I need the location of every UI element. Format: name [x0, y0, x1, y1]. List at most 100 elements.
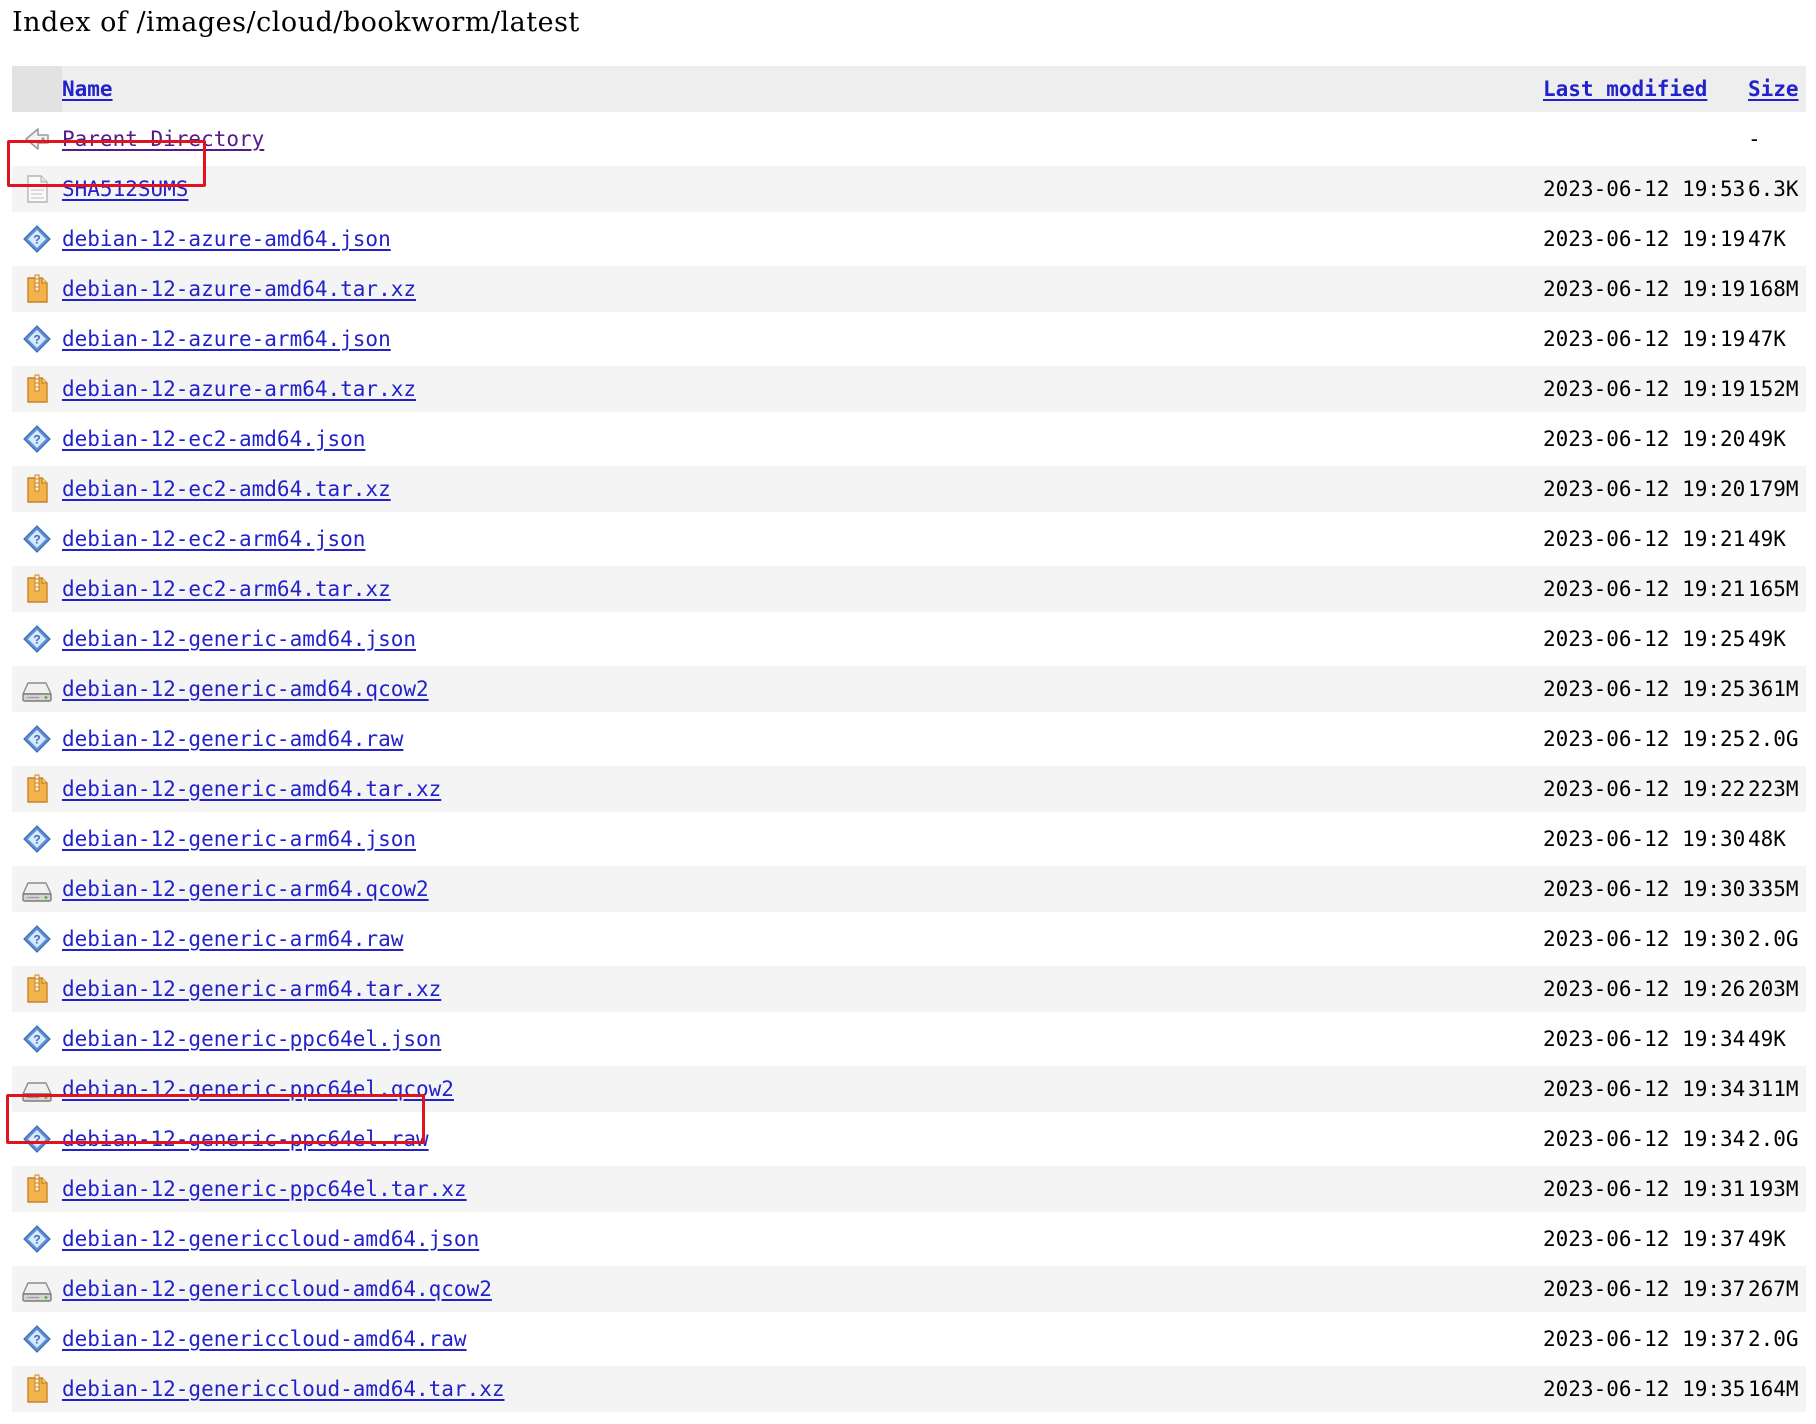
- file-link-debian-12-generic-amd64-raw[interactable]: debian-12-generic-amd64.raw: [62, 727, 403, 751]
- size-cell: 49K: [1748, 1227, 1786, 1251]
- svg-text:?: ?: [33, 1233, 40, 1247]
- parent-last-modified: [1543, 116, 1748, 162]
- disk-image-icon: [12, 666, 62, 712]
- table-row: debian-12-generic-amd64.qcow2 2023-06-12 …: [12, 666, 1806, 712]
- size-cell: 203M: [1748, 966, 1806, 1012]
- file-link-debian-12-azure-arm64-tar-xz[interactable]: debian-12-azure-arm64.tar.xz: [62, 377, 416, 401]
- file-link-debian-12-genericcloud-amd64-qcow2[interactable]: debian-12-genericcloud-amd64.qcow2: [62, 1277, 492, 1301]
- size-cell: 47K: [1748, 327, 1786, 351]
- sort-by-name-link[interactable]: Name: [62, 77, 113, 101]
- file-link-debian-12-ec2-arm64-json[interactable]: debian-12-ec2-arm64.json: [62, 527, 365, 551]
- table-row: ? debian-12-azure-amd64.json 2023-06-12 19…: [12, 216, 1806, 262]
- size-cell: 49K: [1748, 627, 1786, 651]
- last-modified-cell: 2023-06-12 19:30: [1543, 827, 1746, 851]
- file-link-debian-12-ec2-arm64-tar-xz[interactable]: debian-12-ec2-arm64.tar.xz: [62, 577, 391, 601]
- svg-text:?: ?: [33, 1333, 40, 1347]
- table-row: debian-12-genericcloud-amd64.tar.xz 2023-…: [12, 1366, 1806, 1412]
- table-row: debian-12-azure-amd64.tar.xz 2023-06-12 1…: [12, 266, 1806, 312]
- last-modified-cell: 2023-06-12 19:20: [1543, 466, 1748, 512]
- file-link-debian-12-generic-arm64-qcow2[interactable]: debian-12-generic-arm64.qcow2: [62, 877, 429, 901]
- table-row: ? debian-12-genericcloud-amd64.json 2023-0…: [12, 1216, 1806, 1262]
- unknown-file-icon: ?: [12, 916, 62, 962]
- file-link-debian-12-generic-ppc64el-tar-xz[interactable]: debian-12-generic-ppc64el.tar.xz: [62, 1177, 467, 1201]
- last-modified-cell: 2023-06-12 19:19: [1543, 327, 1746, 351]
- last-modified-cell: 2023-06-12 19:37: [1543, 1327, 1746, 1351]
- file-link-debian-12-genericcloud-amd64-json[interactable]: debian-12-genericcloud-amd64.json: [62, 1227, 479, 1251]
- last-modified-cell: 2023-06-12 19:31: [1543, 1166, 1748, 1212]
- last-modified-cell: 2023-06-12 19:37: [1543, 1227, 1746, 1251]
- last-modified-cell: 2023-06-12 19:22: [1543, 766, 1748, 812]
- file-link-debian-12-generic-amd64-json[interactable]: debian-12-generic-amd64.json: [62, 627, 416, 651]
- svg-text:?: ?: [33, 1033, 40, 1047]
- svg-text:?: ?: [33, 933, 40, 947]
- size-cell: 2.0G: [1748, 727, 1799, 751]
- last-modified-cell: 2023-06-12 19:37: [1543, 1266, 1748, 1312]
- svg-text:?: ?: [33, 533, 40, 547]
- archive-icon: [12, 766, 62, 812]
- table-row: ? debian-12-ec2-amd64.json 2023-06-12 19:2…: [12, 416, 1806, 462]
- size-cell: 2.0G: [1748, 927, 1799, 951]
- unknown-file-icon: ?: [12, 1216, 62, 1262]
- disk-image-icon: [12, 866, 62, 912]
- last-modified-cell: 2023-06-12 19:35: [1543, 1366, 1748, 1412]
- page-title: Index of /images/cloud/bookworm/latest: [12, 7, 580, 38]
- last-modified-cell: 2023-06-12 19:34: [1543, 1066, 1748, 1112]
- last-modified-cell: 2023-06-12 19:30: [1543, 866, 1748, 912]
- unknown-file-icon: ?: [12, 316, 62, 362]
- unknown-file-icon: ?: [12, 716, 62, 762]
- highlight-box-genericcloud-qcow2: [6, 1094, 425, 1144]
- size-cell: 168M: [1748, 266, 1806, 312]
- archive-icon: [12, 1366, 62, 1412]
- file-link-debian-12-generic-ppc64el-json[interactable]: debian-12-generic-ppc64el.json: [62, 1027, 441, 1051]
- archive-icon: [12, 566, 62, 612]
- file-link-debian-12-genericcloud-amd64-tar-xz[interactable]: debian-12-genericcloud-amd64.tar.xz: [62, 1377, 505, 1401]
- archive-icon: [12, 366, 62, 412]
- unknown-file-icon: ?: [12, 1016, 62, 1062]
- header-last-modified: Last modified: [1543, 66, 1748, 112]
- table-row: debian-12-generic-arm64.tar.xz 2023-06-12…: [12, 966, 1806, 1012]
- table-row: ? debian-12-generic-arm64.json 2023-06-12 …: [12, 816, 1806, 862]
- table-row: debian-12-generic-ppc64el.tar.xz 2023-06-…: [12, 1166, 1806, 1212]
- file-link-debian-12-generic-arm64-raw[interactable]: debian-12-generic-arm64.raw: [62, 927, 403, 951]
- file-link-debian-12-generic-arm64-tar-xz[interactable]: debian-12-generic-arm64.tar.xz: [62, 977, 441, 1001]
- file-link-debian-12-generic-amd64-qcow2[interactable]: debian-12-generic-amd64.qcow2: [62, 677, 429, 701]
- file-link-debian-12-azure-arm64-json[interactable]: debian-12-azure-arm64.json: [62, 327, 391, 351]
- file-link-debian-12-azure-amd64-tar-xz[interactable]: debian-12-azure-amd64.tar.xz: [62, 277, 416, 301]
- archive-icon: [12, 266, 62, 312]
- size-cell: 179M: [1748, 466, 1806, 512]
- last-modified-cell: 2023-06-12 19:21: [1543, 566, 1748, 612]
- sort-by-last-modified-link[interactable]: Last modified: [1543, 77, 1707, 101]
- last-modified-cell: 2023-06-12 19:20: [1543, 427, 1746, 451]
- file-link-debian-12-generic-arm64-json[interactable]: debian-12-generic-arm64.json: [62, 827, 416, 851]
- size-cell: 47K: [1748, 227, 1786, 251]
- file-link-debian-12-ec2-amd64-json[interactable]: debian-12-ec2-amd64.json: [62, 427, 365, 451]
- last-modified-cell: 2023-06-12 19:34: [1543, 1027, 1746, 1051]
- highlight-box-sha512sums: [7, 140, 206, 187]
- parent-directory-row: Parent Directory -: [12, 116, 1806, 162]
- last-modified-cell: 2023-06-12 19:21: [1543, 527, 1746, 551]
- size-cell: 48K: [1748, 827, 1786, 851]
- archive-icon: [12, 1166, 62, 1212]
- file-link-debian-12-generic-amd64-tar-xz[interactable]: debian-12-generic-amd64.tar.xz: [62, 777, 441, 801]
- table-header-row: Name Last modified Size: [12, 66, 1806, 112]
- sort-by-size-link[interactable]: Size: [1748, 77, 1799, 101]
- table-row: ? debian-12-genericcloud-amd64.raw 2023-06…: [12, 1316, 1806, 1362]
- table-row: ? debian-12-generic-arm64.raw 2023-06-12 1…: [12, 916, 1806, 962]
- table-row: ? debian-12-ec2-arm64.json 2023-06-12 19:2…: [12, 516, 1806, 562]
- size-cell: 361M: [1748, 666, 1806, 712]
- file-link-debian-12-ec2-amd64-tar-xz[interactable]: debian-12-ec2-amd64.tar.xz: [62, 477, 391, 501]
- table-row: debian-12-generic-amd64.tar.xz 2023-06-12…: [12, 766, 1806, 812]
- last-modified-cell: 2023-06-12 19:19: [1543, 366, 1748, 412]
- size-cell: 267M: [1748, 1266, 1806, 1312]
- size-cell: 6.3K: [1748, 166, 1806, 212]
- parent-size: -: [1748, 127, 1761, 151]
- file-link-debian-12-genericcloud-amd64-raw[interactable]: debian-12-genericcloud-amd64.raw: [62, 1327, 467, 1351]
- last-modified-cell: 2023-06-12 19:19: [1543, 227, 1746, 251]
- last-modified-cell: 2023-06-12 19:30: [1543, 927, 1746, 951]
- size-cell: 2.0G: [1748, 1327, 1799, 1351]
- archive-icon: [12, 966, 62, 1012]
- last-modified-cell: 2023-06-12 19:25: [1543, 727, 1746, 751]
- size-cell: 152M: [1748, 366, 1806, 412]
- file-link-debian-12-azure-amd64-json[interactable]: debian-12-azure-amd64.json: [62, 227, 391, 251]
- size-cell: 335M: [1748, 866, 1806, 912]
